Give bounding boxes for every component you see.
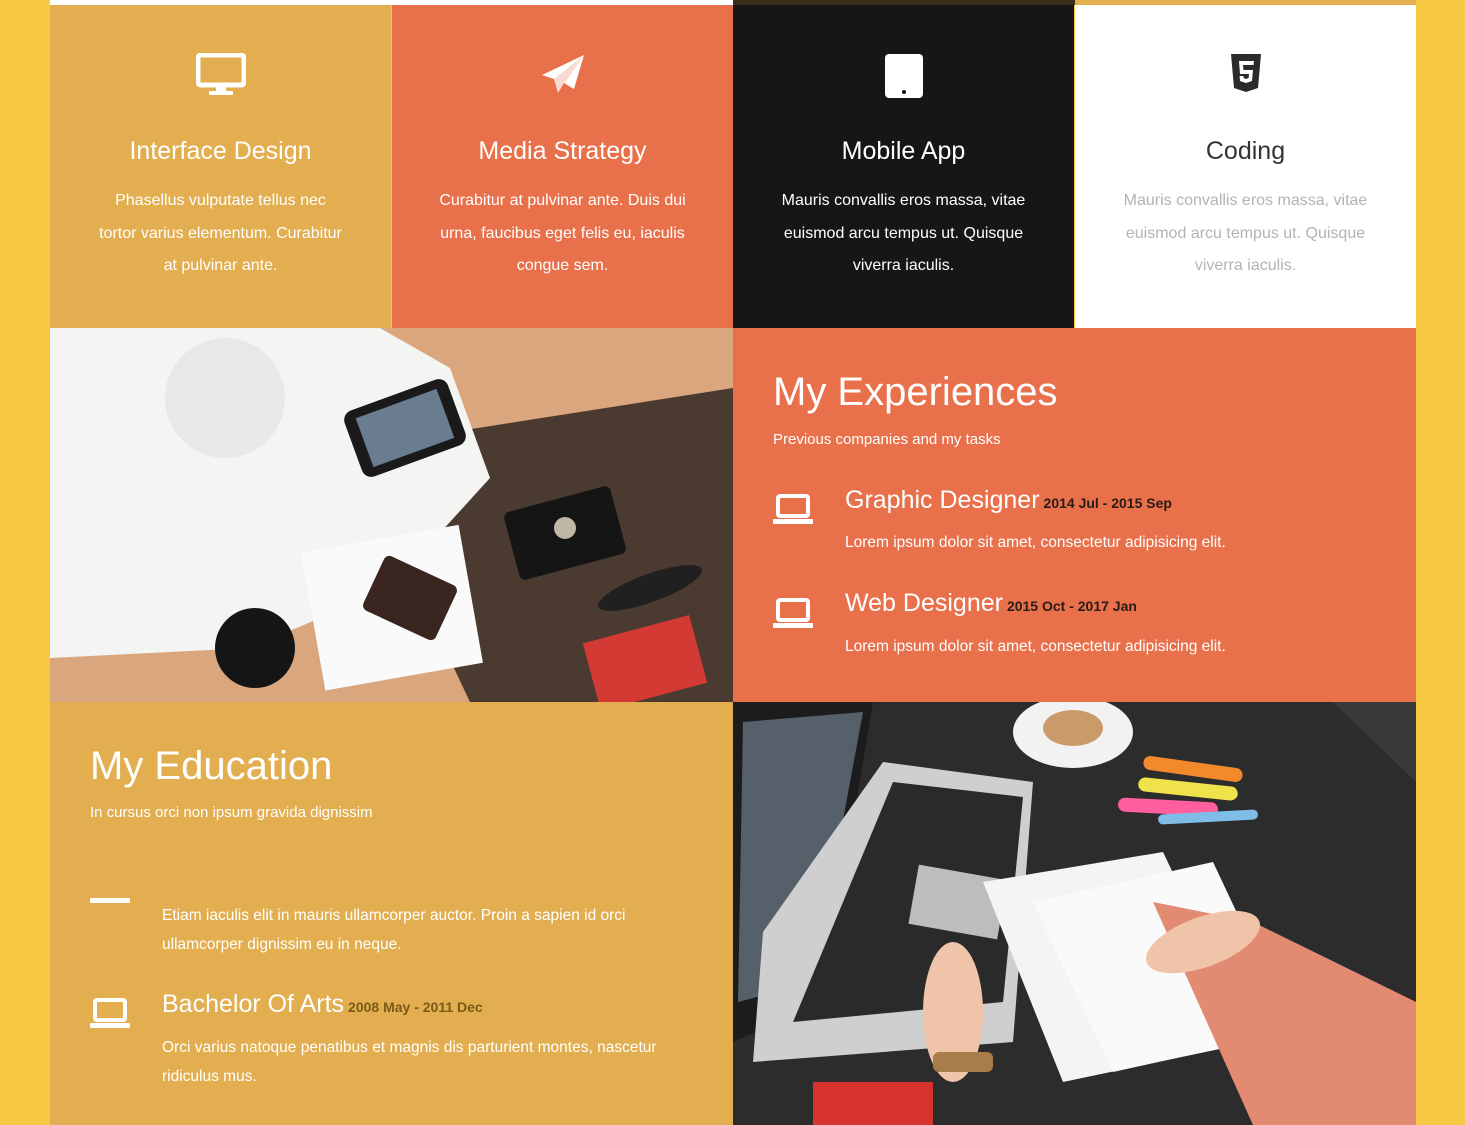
experience-item-title: Graphic Designer 2014 Jul - 2015 Sep (845, 486, 1172, 514)
service-title: Interface Design (129, 137, 312, 165)
services-section: Interface Design Phasellus vulputate tel… (50, 5, 1416, 328)
page-wrapper: Interface Design Phasellus vulputate tel… (50, 0, 1416, 1125)
education-title: My Education (90, 744, 333, 788)
html5-icon (1075, 53, 1416, 103)
service-description: Curabitur at pulvinar ante. Duis dui urn… (439, 192, 686, 274)
service-title: Media Strategy (478, 137, 647, 165)
education-item-date: 2008 May - 2011 Dec (348, 999, 483, 1015)
photo-laptop-desk (733, 702, 1416, 1125)
service-title: Coding (1205, 137, 1286, 165)
monitor-icon (50, 53, 391, 103)
service-media-strategy: Media Strategy Curabitur at pulvinar ant… (392, 5, 733, 328)
tablet-icon (733, 53, 1074, 103)
service-mobile-app: Mobile App Mauris convallis eros massa, … (733, 5, 1074, 328)
education-item-description: Etiam iaculis elit in mauris ullamcorper… (162, 907, 626, 953)
service-description: Phasellus vulputate tellus nec tortor va… (99, 192, 342, 274)
service-title: Mobile App (841, 137, 966, 165)
experience-section: My Experiences Previous companies and my… (733, 328, 1416, 702)
laptop-icon (773, 494, 813, 531)
service-interface-design: Interface Design Phasellus vulputate tel… (50, 5, 391, 328)
experience-item-description: Lorem ipsum dolor sit amet, consectetur … (845, 534, 1226, 551)
service-description: Mauris convallis eros massa, vitae euism… (781, 192, 1026, 274)
photo-man-with-phone (50, 328, 733, 702)
service-description: Mauris convallis eros massa, vitae euism… (1123, 192, 1368, 274)
service-coding: Coding Mauris convallis eros massa, vita… (1075, 5, 1416, 328)
education-item-description: Orci varius natoque penatibus et magnis … (162, 1039, 657, 1085)
experience-subtitle: Previous companies and my tasks (773, 431, 1001, 448)
laptop-icon (90, 998, 130, 1035)
experience-item-date: 2015 Oct - 2017 Jan (1006, 598, 1137, 614)
experience-title: My Experiences (773, 370, 1058, 414)
education-subtitle: In cursus orci non ipsum gravida digniss… (90, 804, 373, 821)
paper-plane-icon (392, 53, 733, 103)
education-section: My Education In cursus orci non ipsum gr… (50, 702, 733, 1125)
laptop-icon (773, 598, 813, 635)
experience-item-title: Web Designer 2015 Oct - 2017 Jan (845, 589, 1137, 617)
education-item-title: Bachelor Of Arts 2008 May - 2011 Dec (162, 990, 483, 1018)
experience-item-date: 2014 Jul - 2015 Sep (1043, 495, 1172, 511)
laptop-icon (90, 892, 130, 910)
experience-item-description: Lorem ipsum dolor sit amet, consectetur … (845, 638, 1226, 655)
